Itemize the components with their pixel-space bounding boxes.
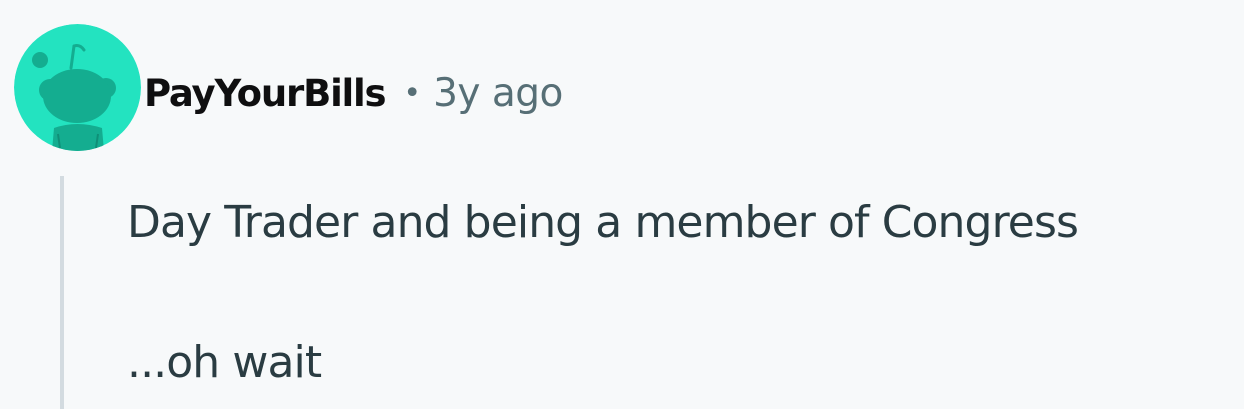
meta-separator: • [403, 75, 422, 111]
avatar[interactable] [14, 24, 141, 151]
thread-collapse-line[interactable] [60, 176, 64, 409]
timestamp: 3y ago [433, 70, 563, 116]
username-link[interactable]: PayYourBills [144, 72, 387, 115]
comment-meta: PayYourBills • 3y ago [144, 63, 563, 123]
comment-paragraph: Day Trader and being a member of Congres… [127, 197, 1079, 248]
reddit-snoo-avatar-icon [14, 24, 141, 151]
comment-paragraph: ...oh wait [127, 337, 322, 388]
comment: PayYourBills • 3y ago Day Trader and bei… [0, 0, 1244, 409]
comment-body: Day Trader and being a member of Congres… [127, 188, 1237, 398]
